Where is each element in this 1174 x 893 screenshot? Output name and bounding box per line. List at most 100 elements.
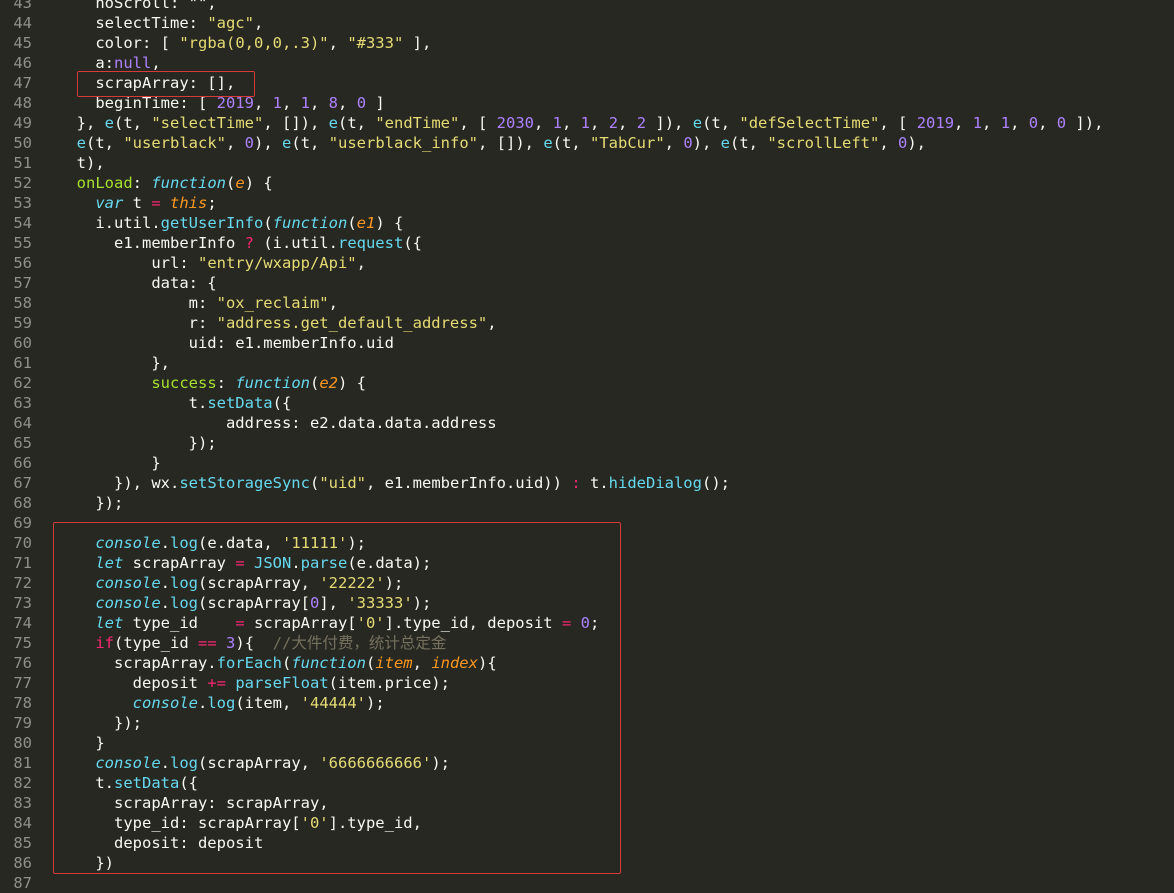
code-text: noScroll: "", [58,0,217,13]
code-line[interactable]: 79 }); [0,713,1174,733]
code-line[interactable]: 65 }); [0,433,1174,453]
code-line[interactable]: 86 }) [0,853,1174,873]
code-line[interactable]: 48 beginTime: [ 2019, 1, 1, 8, 0 ] [0,93,1174,113]
code-token: log [170,574,198,592]
code-token: let [95,554,124,572]
code-line[interactable]: 53 var t = this; [0,193,1174,213]
code-line[interactable]: 84 type_id: scrapArray['0'].type_id, [0,813,1174,833]
code-line[interactable]: 78 console.log(item, '44444'); [0,693,1174,713]
code-text: console.log(item, '44444'); [58,693,385,713]
line-number: 49 [13,114,32,132]
code-line[interactable]: 49 }, e(t, "selectTime", []), e(t, "endT… [0,113,1174,133]
code-token: //大件付费，统计总定金 [272,634,447,652]
line-number: 60 [13,334,32,352]
code-token: "address.get_default_address" [216,314,488,332]
code-line[interactable]: 80 } [0,733,1174,753]
code-line[interactable]: 87 [0,873,1174,893]
code-line[interactable]: 52 onLoad: function(e) { [0,173,1174,193]
code-token: . [160,754,170,772]
code-line[interactable]: 68 }); [0,493,1174,513]
code-token: , [412,654,432,672]
code-text: t.setData({ [58,773,198,793]
code-editor[interactable]: 43 noScroll: "", 44 selectTime: "agc", 45 … [0,0,1174,893]
code-token: 1 [272,94,282,112]
code-line[interactable]: 77 deposit += parseFloat(item.price); [0,673,1174,693]
code-line[interactable]: 71 let scrapArray = JSON.parse(e.data); [0,553,1174,573]
code-line[interactable]: 51 t), [0,153,1174,173]
code-token: : [216,374,236,392]
code-token: (scrapArray[ [198,594,310,612]
code-text: deposit: deposit [58,833,263,853]
line-number: 54 [13,214,32,232]
code-line[interactable]: 44 selectTime: "agc", [0,13,1174,33]
code-line[interactable]: 83 scrapArray: scrapArray, [0,793,1174,813]
code-line[interactable]: 72 console.log(scrapArray, '22222'); [0,573,1174,593]
code-line[interactable]: 74 let type_id = scrapArray['0'].type_id… [0,613,1174,633]
code-token: e2 [319,374,338,392]
code-line[interactable]: 56 url: "entry/wxapp/Api", [0,253,1174,273]
line-number: 77 [13,674,32,692]
code-token: function [291,654,366,672]
code-line[interactable]: 55 e1.memberInfo ? (i.util.request({ [0,233,1174,253]
code-token: 1 [580,114,591,132]
line-number: 45 [13,34,32,52]
line-number: 55 [13,234,32,252]
code-line[interactable]: 76 scrapArray.forEach(function(item, ind… [0,653,1174,673]
code-line[interactable]: 70 console.log(e.data, '11111'); [0,533,1174,553]
code-token: forEach [216,654,282,672]
code-token: , [487,314,497,332]
code-line[interactable]: 43 noScroll: "", [0,0,1174,13]
code-token: function [272,214,348,232]
code-token: 8 [328,94,339,112]
line-number: 61 [13,354,32,372]
line-number: 62 [13,374,32,392]
code-line[interactable]: 82 t.setData({ [0,773,1174,793]
code-text: }); [58,493,123,513]
code-line[interactable]: 54 i.util.getUserInfo(function(e1) { [0,213,1174,233]
code-token: e [692,114,703,132]
line-number: 57 [13,274,32,292]
code-line[interactable]: 81 console.log(scrapArray, '6666666666')… [0,753,1174,773]
code-token: ); [365,694,385,712]
code-line[interactable]: 63 t.setData({ [0,393,1174,413]
code-token: , [ [879,114,917,132]
code-line[interactable]: 66 } [0,453,1174,473]
line-number: 56 [13,254,32,272]
code-token: e [282,134,292,152]
code-line[interactable]: 45 color: [ "rgba(0,0,0,.3)", "#333" ], [0,33,1174,53]
code-token: 1 [300,94,310,112]
code-line[interactable]: 73 console.log(scrapArray[0], '33333'); [0,593,1174,613]
code-token: (type_id [114,634,198,652]
code-line[interactable]: 58 m: "ox_reclaim", [0,293,1174,313]
line-number: 67 [13,474,32,492]
code-line[interactable]: 85 deposit: deposit [0,833,1174,853]
code-line[interactable]: 62 success: function(e2) { [0,373,1174,393]
code-token: 1 [972,114,983,132]
code-token: "ox_reclaim" [216,294,329,312]
code-line[interactable]: 67 }), wx.setStorageSync("uid", e1.membe… [0,473,1174,493]
line-number: 83 [13,794,32,812]
code-line[interactable]: 61 }, [0,353,1174,373]
code-token: noScroll: "", [58,0,217,12]
code-line[interactable]: 60 uid: e1.memberInfo.uid [0,333,1174,353]
line-number: 52 [13,174,32,192]
line-number: 48 [13,94,32,112]
code-line[interactable]: 59 r: "address.get_default_address", [0,313,1174,333]
code-line[interactable]: 75 if(type_id == 3){ //大件付费，统计总定金 [0,633,1174,653]
code-token: '11111' [282,534,348,552]
code-token: , [151,54,161,72]
code-token: (e.data, [198,534,282,552]
code-token: console [95,534,161,552]
code-line[interactable]: 57 data: { [0,273,1174,293]
code-line[interactable]: 47 scrapArray: [], [0,73,1174,93]
code-line[interactable]: 50 e(t, "userblack", 0), e(t, "userblack… [0,133,1174,153]
code-line[interactable]: 46 a:null, [0,53,1174,73]
code-token: (t, [338,114,376,132]
code-line[interactable]: 69 [0,513,1174,533]
code-token: ? [244,234,254,252]
code-line[interactable]: 64 address: e2.data.data.address [0,413,1174,433]
code-token: "endTime" [375,114,460,132]
